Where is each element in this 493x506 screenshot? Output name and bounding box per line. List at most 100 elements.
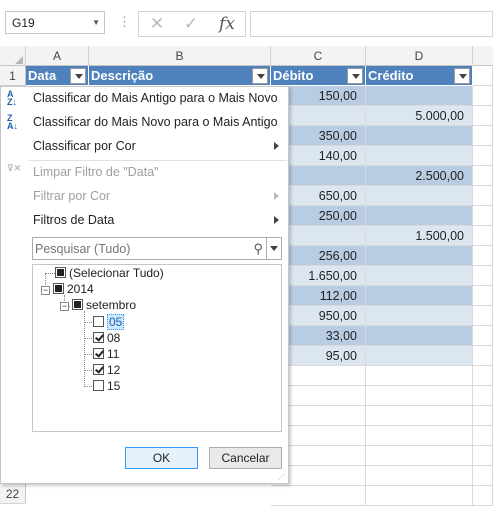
empty-cell[interactable]	[473, 466, 493, 486]
empty-cell[interactable]	[473, 106, 493, 126]
cancel-button[interactable]: Cancelar	[209, 447, 282, 469]
header-cell-credito[interactable]: Crédito	[366, 66, 473, 86]
credito-cell[interactable]: 2.500,00	[366, 166, 473, 186]
more-options-icon[interactable]: ⋮	[118, 14, 131, 30]
chevron-down-icon[interactable]	[266, 238, 281, 259]
credito-cell[interactable]	[366, 246, 473, 266]
checkbox[interactable]	[93, 364, 104, 375]
credito-cell[interactable]	[366, 306, 473, 326]
search-input[interactable]	[33, 238, 243, 259]
empty-cell[interactable]	[473, 266, 493, 286]
empty-cell[interactable]	[473, 446, 493, 466]
empty-cell[interactable]	[366, 426, 473, 446]
empty-cell[interactable]	[473, 286, 493, 306]
formula-input[interactable]	[250, 11, 493, 37]
check-icon[interactable]: ✓	[179, 14, 203, 34]
search-icon[interactable]: ⚲	[253, 241, 263, 257]
empty-cell[interactable]	[473, 406, 493, 426]
credito-cell[interactable]: 5.000,00	[366, 106, 473, 126]
filter-dropdown-button[interactable]	[454, 68, 470, 84]
checkbox[interactable]	[93, 316, 104, 327]
credito-cell[interactable]	[366, 286, 473, 306]
tree-item-day[interactable]: 15	[93, 378, 120, 394]
close-icon[interactable]: ✕	[145, 14, 169, 34]
checkbox[interactable]	[93, 332, 104, 343]
empty-cell[interactable]	[473, 486, 493, 506]
credito-cell[interactable]	[366, 126, 473, 146]
tree-item-select-all[interactable]: (Selecionar Tudo)	[55, 265, 164, 281]
checkbox[interactable]	[55, 267, 66, 278]
menu-item-date-filters[interactable]: Filtros de Data	[1, 209, 288, 231]
collapse-icon[interactable]: −	[41, 286, 50, 295]
tree-line	[84, 322, 92, 323]
tree-item-month[interactable]: − setembro	[60, 297, 136, 313]
empty-cell[interactable]	[473, 66, 493, 86]
header-cell-descricao[interactable]: Descrição	[89, 66, 271, 86]
empty-cell[interactable]	[473, 206, 493, 226]
filter-dropdown-button[interactable]	[347, 68, 363, 84]
collapse-icon[interactable]: −	[60, 302, 69, 311]
empty-cell[interactable]	[271, 486, 366, 506]
tree-item-day[interactable]: 05	[93, 314, 125, 330]
empty-cell[interactable]	[366, 386, 473, 406]
empty-cell[interactable]	[473, 306, 493, 326]
empty-cell[interactable]	[473, 366, 493, 386]
menu-item-sort-new-old[interactable]: Z A↓ Classificar do Mais Novo para o Mais…	[1, 111, 288, 133]
column-header-a[interactable]: A	[26, 46, 89, 66]
menu-item-clear-filter[interactable]: ⊽✕ Limpar Filtro de "Data"	[1, 161, 288, 183]
column-header-d[interactable]: D	[366, 46, 473, 66]
credito-cell[interactable]	[366, 326, 473, 346]
checkbox[interactable]	[93, 380, 104, 391]
column-header-b[interactable]: B	[89, 46, 271, 66]
empty-cell[interactable]	[473, 426, 493, 446]
select-all-corner[interactable]	[0, 46, 26, 66]
empty-cell[interactable]	[473, 346, 493, 366]
checkbox[interactable]	[72, 299, 83, 310]
empty-cell[interactable]	[366, 406, 473, 426]
credito-cell[interactable]	[366, 186, 473, 206]
tree-item-day[interactable]: 08	[93, 330, 120, 346]
checkbox[interactable]	[93, 348, 104, 359]
empty-cell[interactable]	[473, 246, 493, 266]
filter-dropdown-button[interactable]	[252, 68, 268, 84]
row-header[interactable]: 1	[0, 66, 26, 86]
tree-item-day[interactable]: 11	[93, 346, 119, 362]
empty-cell[interactable]	[473, 86, 493, 106]
insert-function-button[interactable]: fx	[215, 14, 239, 34]
credito-cell[interactable]: 1.500,00	[366, 226, 473, 246]
empty-cell[interactable]	[473, 386, 493, 406]
empty-cell[interactable]	[473, 126, 493, 146]
column-header-c[interactable]: C	[271, 46, 366, 66]
name-box[interactable]: G19 ▼	[5, 11, 105, 34]
credito-cell[interactable]	[366, 346, 473, 366]
empty-cell[interactable]	[473, 326, 493, 346]
resize-grip-icon[interactable]: ⋰	[278, 473, 286, 481]
row-header[interactable]: 22	[0, 484, 26, 504]
menu-item-filter-by-color[interactable]: Filtrar por Cor	[1, 185, 288, 207]
checkbox[interactable]	[53, 283, 64, 294]
menu-item-sort-by-color[interactable]: Classificar por Cor	[1, 135, 288, 157]
header-cell-debito[interactable]: Débito	[271, 66, 366, 86]
tree-item-day[interactable]: 12	[93, 362, 120, 378]
empty-cell[interactable]	[366, 486, 473, 506]
menu-item-sort-old-new[interactable]: A Z↓ Classificar do Mais Antigo para o Ma…	[1, 87, 288, 109]
empty-cell[interactable]	[366, 466, 473, 486]
chevron-down-icon[interactable]: ▼	[92, 18, 100, 27]
filter-search-box[interactable]: ⚲	[32, 237, 282, 260]
empty-cell[interactable]	[366, 446, 473, 466]
tree-item-year[interactable]: − 2014	[41, 281, 94, 297]
chevron-right-icon	[274, 216, 279, 224]
credito-cell[interactable]	[366, 206, 473, 226]
filter-menu: A Z↓ Classificar do Mais Antigo para o Ma…	[0, 86, 289, 484]
credito-cell[interactable]	[366, 146, 473, 166]
filter-dropdown-button[interactable]	[70, 68, 86, 84]
empty-cell[interactable]	[473, 146, 493, 166]
empty-cell[interactable]	[473, 166, 493, 186]
header-cell-data[interactable]: Data	[26, 66, 89, 86]
empty-cell[interactable]	[366, 366, 473, 386]
credito-cell[interactable]	[366, 86, 473, 106]
credito-cell[interactable]	[366, 266, 473, 286]
ok-button[interactable]: OK	[125, 447, 198, 469]
empty-cell[interactable]	[473, 186, 493, 206]
empty-cell[interactable]	[473, 226, 493, 246]
